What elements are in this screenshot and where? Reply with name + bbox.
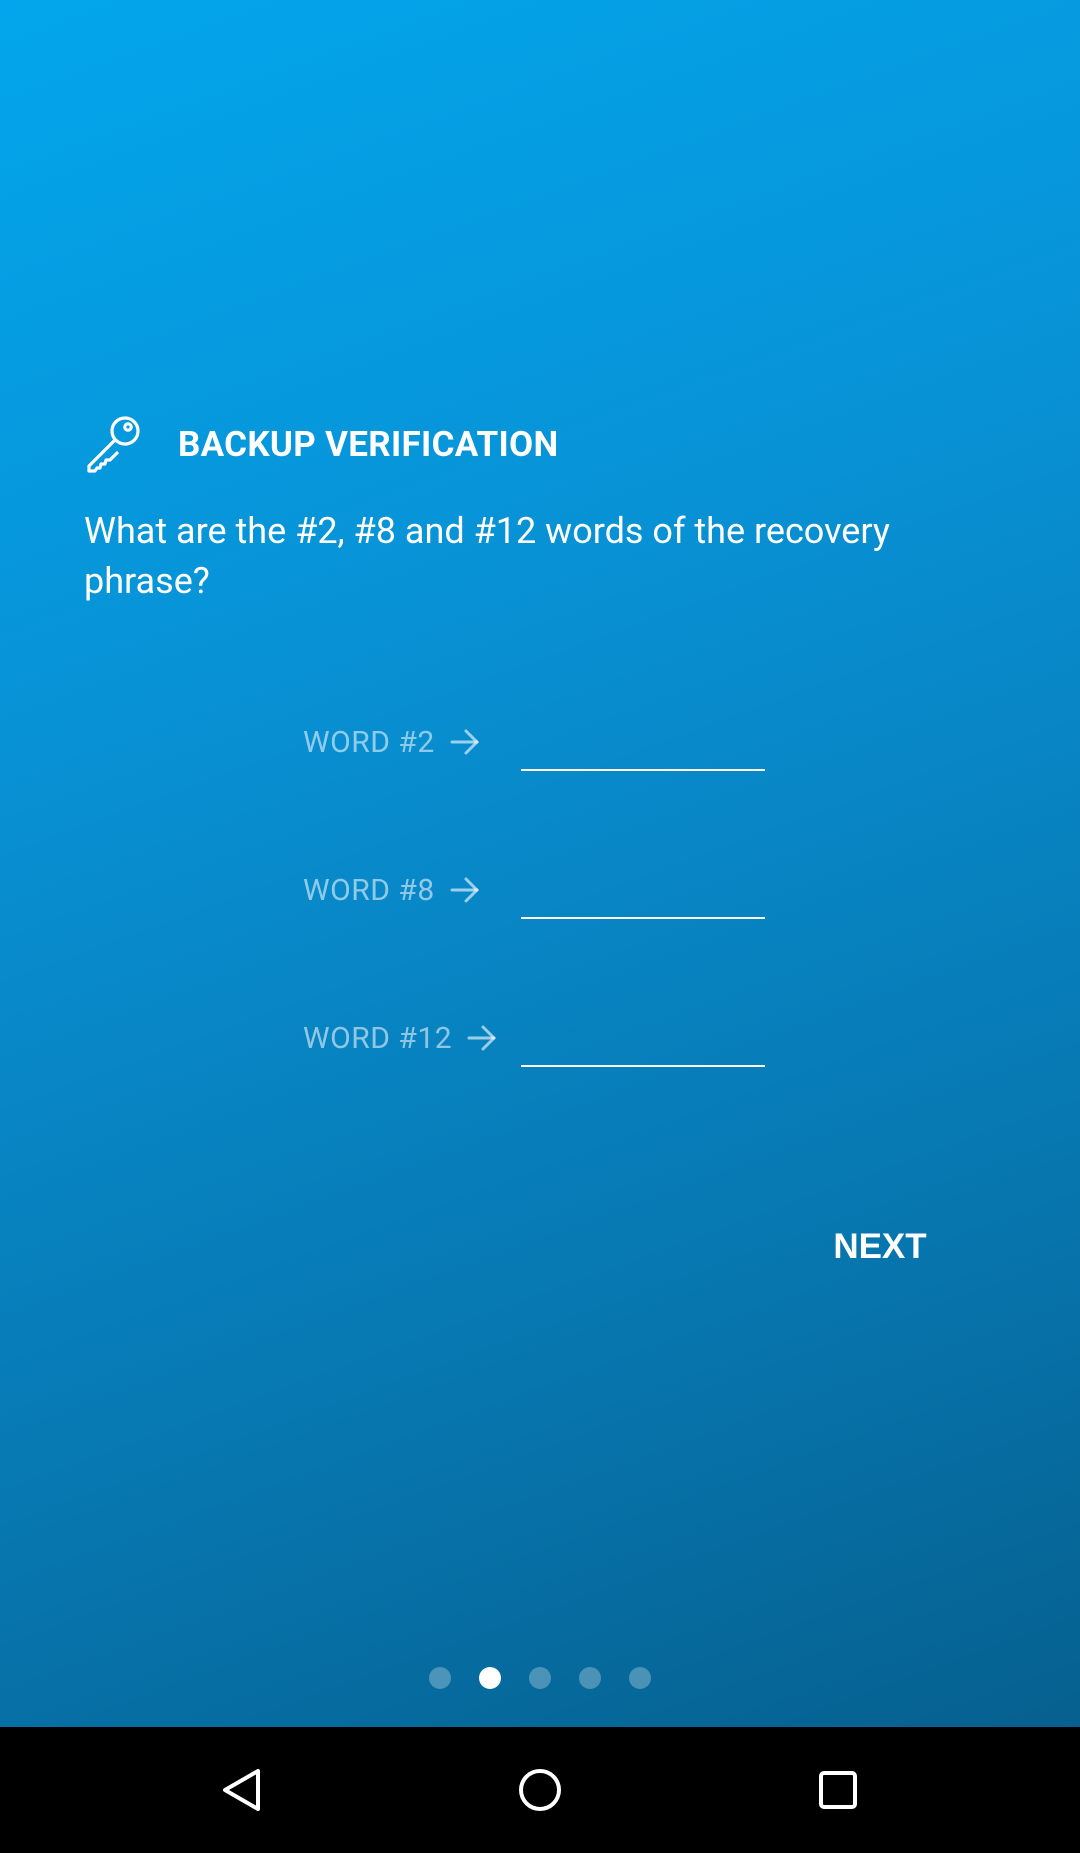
home-circle-icon	[519, 1769, 561, 1811]
word-row-8: WORD #8	[303, 860, 765, 920]
word-label-text: WORD #12	[303, 1020, 453, 1056]
page-dot-3	[529, 1667, 551, 1689]
page-title: BACKUP VERIFICATION	[178, 423, 559, 465]
question-text: What are the #2, #8 and #12 words of the…	[84, 510, 890, 602]
system-navigation-bar	[0, 1727, 1080, 1853]
key-icon	[87, 416, 140, 473]
page-dot-5	[629, 1667, 651, 1689]
page-dot-4	[579, 1667, 601, 1689]
word-label: WORD #2	[303, 725, 521, 760]
arrow-right-icon	[450, 729, 479, 755]
page-dot-1	[429, 1667, 451, 1689]
word-row-12: WORD #12	[303, 1008, 765, 1068]
arrow-right-icon	[467, 1025, 496, 1051]
nav-home-button[interactable]	[510, 1760, 570, 1820]
word-2-input[interactable]	[521, 721, 765, 771]
back-triangle-icon	[223, 1769, 260, 1811]
word-label-text: WORD #8	[303, 872, 435, 908]
page-dot-2-active	[479, 1667, 501, 1689]
word-label-text: WORD #2	[303, 724, 435, 760]
next-button[interactable]: NEXT	[820, 1218, 940, 1274]
word-row-2: WORD #2	[303, 712, 765, 772]
nav-recents-button[interactable]	[808, 1760, 868, 1820]
backup-verification-screen: BACKUP VERIFICATION What are the #2, #8 …	[0, 0, 1080, 1727]
word-label: WORD #8	[303, 873, 521, 908]
header: BACKUP VERIFICATION	[84, 412, 558, 476]
word-8-input[interactable]	[521, 869, 765, 919]
word-label: WORD #12	[303, 1021, 521, 1056]
arrow-right-icon	[450, 877, 479, 903]
nav-back-button[interactable]	[212, 1760, 272, 1820]
word-12-input[interactable]	[521, 1017, 765, 1067]
recents-square-icon	[819, 1771, 857, 1809]
pagination-dots	[0, 1667, 1080, 1689]
